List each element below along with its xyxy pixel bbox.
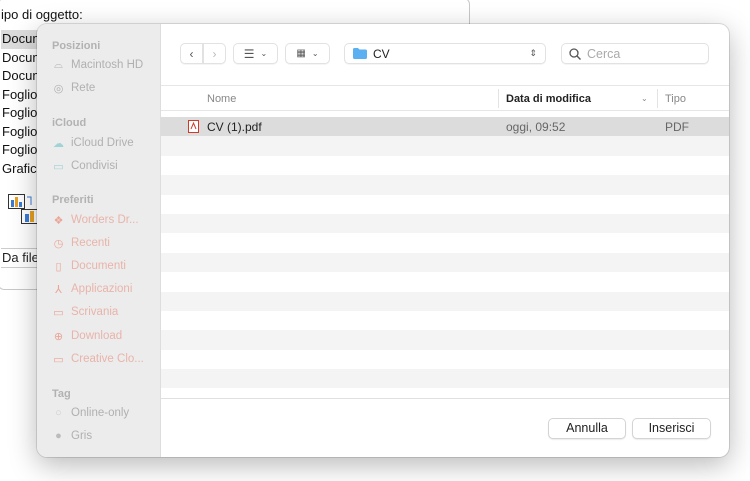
empty-row (161, 233, 729, 252)
applications-icon: ⅄ (55, 283, 62, 296)
empty-row (161, 369, 729, 389)
sidebar-item-condivisi[interactable]: ▭ Condivisi (52, 157, 117, 175)
sidebar-item-icloud-drive[interactable]: ☁ iCloud Drive (52, 134, 134, 152)
sidebar-item-dropbox[interactable]: ❖ Worders Dr... (52, 211, 139, 229)
file-browser: ‹ › ☰ ⌄ ▦ ⌄ CV ⇕ Cerca Nome Data di modifi… (161, 24, 729, 457)
sidebar-item-recenti[interactable]: ◷ Recenti (52, 234, 110, 252)
search-icon (569, 47, 581, 60)
file-row[interactable]: CV (1).pdf oggi, 09:52 PDF (161, 117, 729, 137)
download-icon: ⊕ (53, 330, 64, 343)
globe-icon: ◎ (53, 82, 64, 95)
chevron-left-icon: ‹ (189, 46, 194, 61)
empty-row (161, 350, 729, 369)
grid-icon: ▦ (296, 48, 306, 59)
empty-row (161, 213, 729, 234)
search-input[interactable]: Cerca (561, 43, 709, 64)
open-file-dialog: Posizioni ⌓ Macintosh HD ◎ Rete iCloud ☁ iC… (37, 24, 729, 457)
back-button[interactable]: ‹ (180, 43, 203, 64)
cancel-button[interactable]: Annulla (548, 418, 626, 439)
file-list: CV (1).pdf oggi, 09:52 PDF (161, 117, 729, 389)
folder-icon: ▭ (53, 353, 64, 366)
chevron-down-icon: ⌄ (311, 49, 319, 58)
group-view-button[interactable]: ▦ ⌄ (285, 43, 330, 64)
clock-icon: ◷ (53, 237, 64, 250)
chevron-down-icon: ⌄ (260, 49, 268, 58)
empty-row (161, 136, 729, 156)
insert-button[interactable]: Inserisci (632, 418, 711, 439)
dialog-footer: Annulla Inserisci (161, 398, 729, 457)
chart-object-icon (8, 194, 38, 224)
folder-icon (353, 48, 367, 59)
sidebar-item-documenti[interactable]: ▯ Documenti (52, 257, 126, 275)
section-posizioni: Posizioni (52, 40, 101, 52)
empty-row (161, 156, 729, 175)
sidebar-item-rete[interactable]: ◎ Rete (52, 79, 96, 97)
object-type-label: ipo di oggetto: (1, 7, 83, 22)
list-view-button[interactable]: ☰ ⌄ (233, 43, 278, 64)
cloud-icon: ☁ (53, 137, 64, 150)
sidebar-item-gris[interactable]: ● Gris (52, 427, 92, 445)
chevron-right-icon: › (212, 46, 217, 61)
sidebar-item-scrivania[interactable]: ▭ Scrivania (52, 303, 118, 321)
sidebar-item-applicazioni[interactable]: ⅄ Applicazioni (52, 280, 132, 298)
disk-icon: ⌓ (54, 58, 63, 71)
sidebar-item-download[interactable]: ⊕ Download (52, 327, 122, 345)
forward-button[interactable]: › (203, 43, 226, 64)
empty-row (161, 311, 729, 330)
empty-row (161, 175, 729, 195)
tag-empty-icon: ○ (55, 407, 62, 419)
column-header: Nome Data di modifica ⌄ Tipo (161, 85, 729, 111)
section-icloud: iCloud (52, 117, 87, 129)
sidebar: Posizioni ⌓ Macintosh HD ◎ Rete iCloud ☁ iC… (37, 24, 161, 457)
updown-chevron-icon: ⇕ (529, 48, 537, 58)
column-date[interactable]: Data di modifica (506, 93, 591, 105)
section-preferiti: Preferiti (52, 194, 94, 206)
empty-row (161, 330, 729, 350)
list-icon: ☰ (243, 46, 255, 61)
empty-row (161, 195, 729, 214)
document-icon: ▯ (55, 260, 62, 273)
column-type[interactable]: Tipo (665, 93, 686, 105)
dropbox-icon: ❖ (53, 214, 64, 227)
tag-gray-icon: ● (55, 430, 62, 442)
empty-row (161, 252, 729, 273)
empty-row (161, 291, 729, 311)
column-divider[interactable] (498, 89, 499, 108)
sort-chevron-icon: ⌄ (641, 94, 648, 103)
sidebar-item-creative-cloud[interactable]: ▭ Creative Clo... (52, 350, 144, 368)
sidebar-item-macintosh-hd[interactable]: ⌓ Macintosh HD (52, 56, 143, 74)
shared-folder-icon: ▭ (53, 160, 64, 173)
column-name[interactable]: Nome (207, 93, 236, 105)
sidebar-item-online-only[interactable]: ○ Online-only (52, 404, 129, 422)
desktop-icon: ▭ (53, 306, 64, 319)
location-popup[interactable]: CV ⇕ (344, 43, 546, 64)
empty-row (161, 272, 729, 291)
section-tag: Tag (52, 388, 71, 400)
column-divider[interactable] (657, 89, 658, 108)
pdf-file-icon (188, 120, 199, 133)
